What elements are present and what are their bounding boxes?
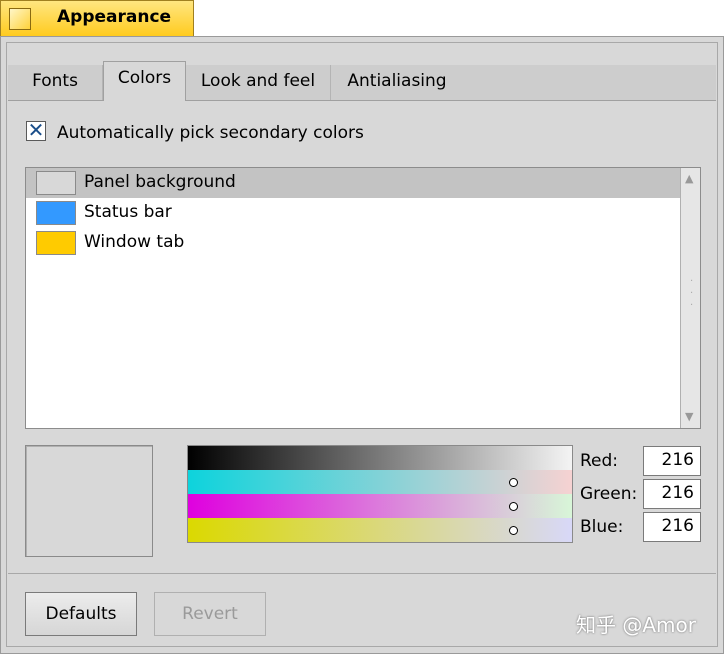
- blue-slider-knob[interactable]: [509, 526, 519, 535]
- tab-bar: Fonts Colors Look and feel Antialiasing: [8, 61, 716, 101]
- red-label: Red:: [580, 451, 619, 471]
- red-slider[interactable]: [188, 470, 572, 494]
- color-preview-well[interactable]: [25, 445, 153, 557]
- scroll-up-icon[interactable]: ▲: [685, 172, 693, 185]
- auto-secondary-checkbox[interactable]: ✕: [26, 120, 46, 141]
- blue-slider[interactable]: [188, 518, 572, 542]
- window-tab[interactable]: Appearance: [0, 0, 194, 36]
- green-slider[interactable]: [188, 494, 572, 518]
- color-item-list[interactable]: Panel background Status bar Window tab ▲…: [25, 167, 701, 429]
- scroll-down-icon[interactable]: ▼: [685, 410, 693, 423]
- auto-secondary-label: Automatically pick secondary colors: [57, 123, 364, 143]
- footer-divider: [8, 573, 716, 574]
- green-label: Green:: [580, 484, 638, 504]
- defaults-button[interactable]: Defaults: [25, 592, 137, 636]
- brightness-slider[interactable]: [188, 446, 572, 470]
- tab-fonts[interactable]: Fonts: [8, 65, 103, 100]
- list-item-window-tab[interactable]: Window tab: [26, 228, 680, 258]
- tab-antialiasing[interactable]: Antialiasing: [331, 65, 463, 100]
- green-slider-knob[interactable]: [509, 502, 519, 511]
- blue-label: Blue:: [580, 517, 624, 537]
- tab-colors[interactable]: Colors: [103, 61, 186, 101]
- close-box-icon[interactable]: [9, 8, 31, 30]
- list-item-status-bar[interactable]: Status bar: [26, 198, 680, 228]
- window-content: Fonts Colors Look and feel Antialiasing …: [6, 42, 718, 647]
- tab-look-and-feel[interactable]: Look and feel: [186, 65, 331, 100]
- red-slider-knob[interactable]: [509, 478, 519, 487]
- revert-button[interactable]: Revert: [154, 592, 266, 636]
- red-input[interactable]: 216: [643, 446, 701, 476]
- blue-input[interactable]: 216: [643, 512, 701, 542]
- list-item-label: Window tab: [84, 232, 185, 252]
- list-item-panel-background[interactable]: Panel background: [26, 168, 680, 198]
- color-swatch: [36, 201, 76, 225]
- list-item-label: Panel background: [84, 172, 236, 192]
- vertical-scrollbar[interactable]: ▲ · · · ▼: [680, 168, 700, 428]
- list-item-label: Status bar: [84, 202, 172, 222]
- window-frame: Fonts Colors Look and feel Antialiasing …: [0, 36, 724, 654]
- scroll-grip-icon[interactable]: · · ·: [690, 276, 693, 312]
- color-swatch: [36, 171, 76, 195]
- green-input[interactable]: 216: [643, 479, 701, 509]
- color-sliders: [187, 445, 573, 543]
- color-swatch: [36, 231, 76, 255]
- watermark-text: 知乎 @Amor: [576, 613, 696, 637]
- window-title: Appearance: [57, 7, 172, 27]
